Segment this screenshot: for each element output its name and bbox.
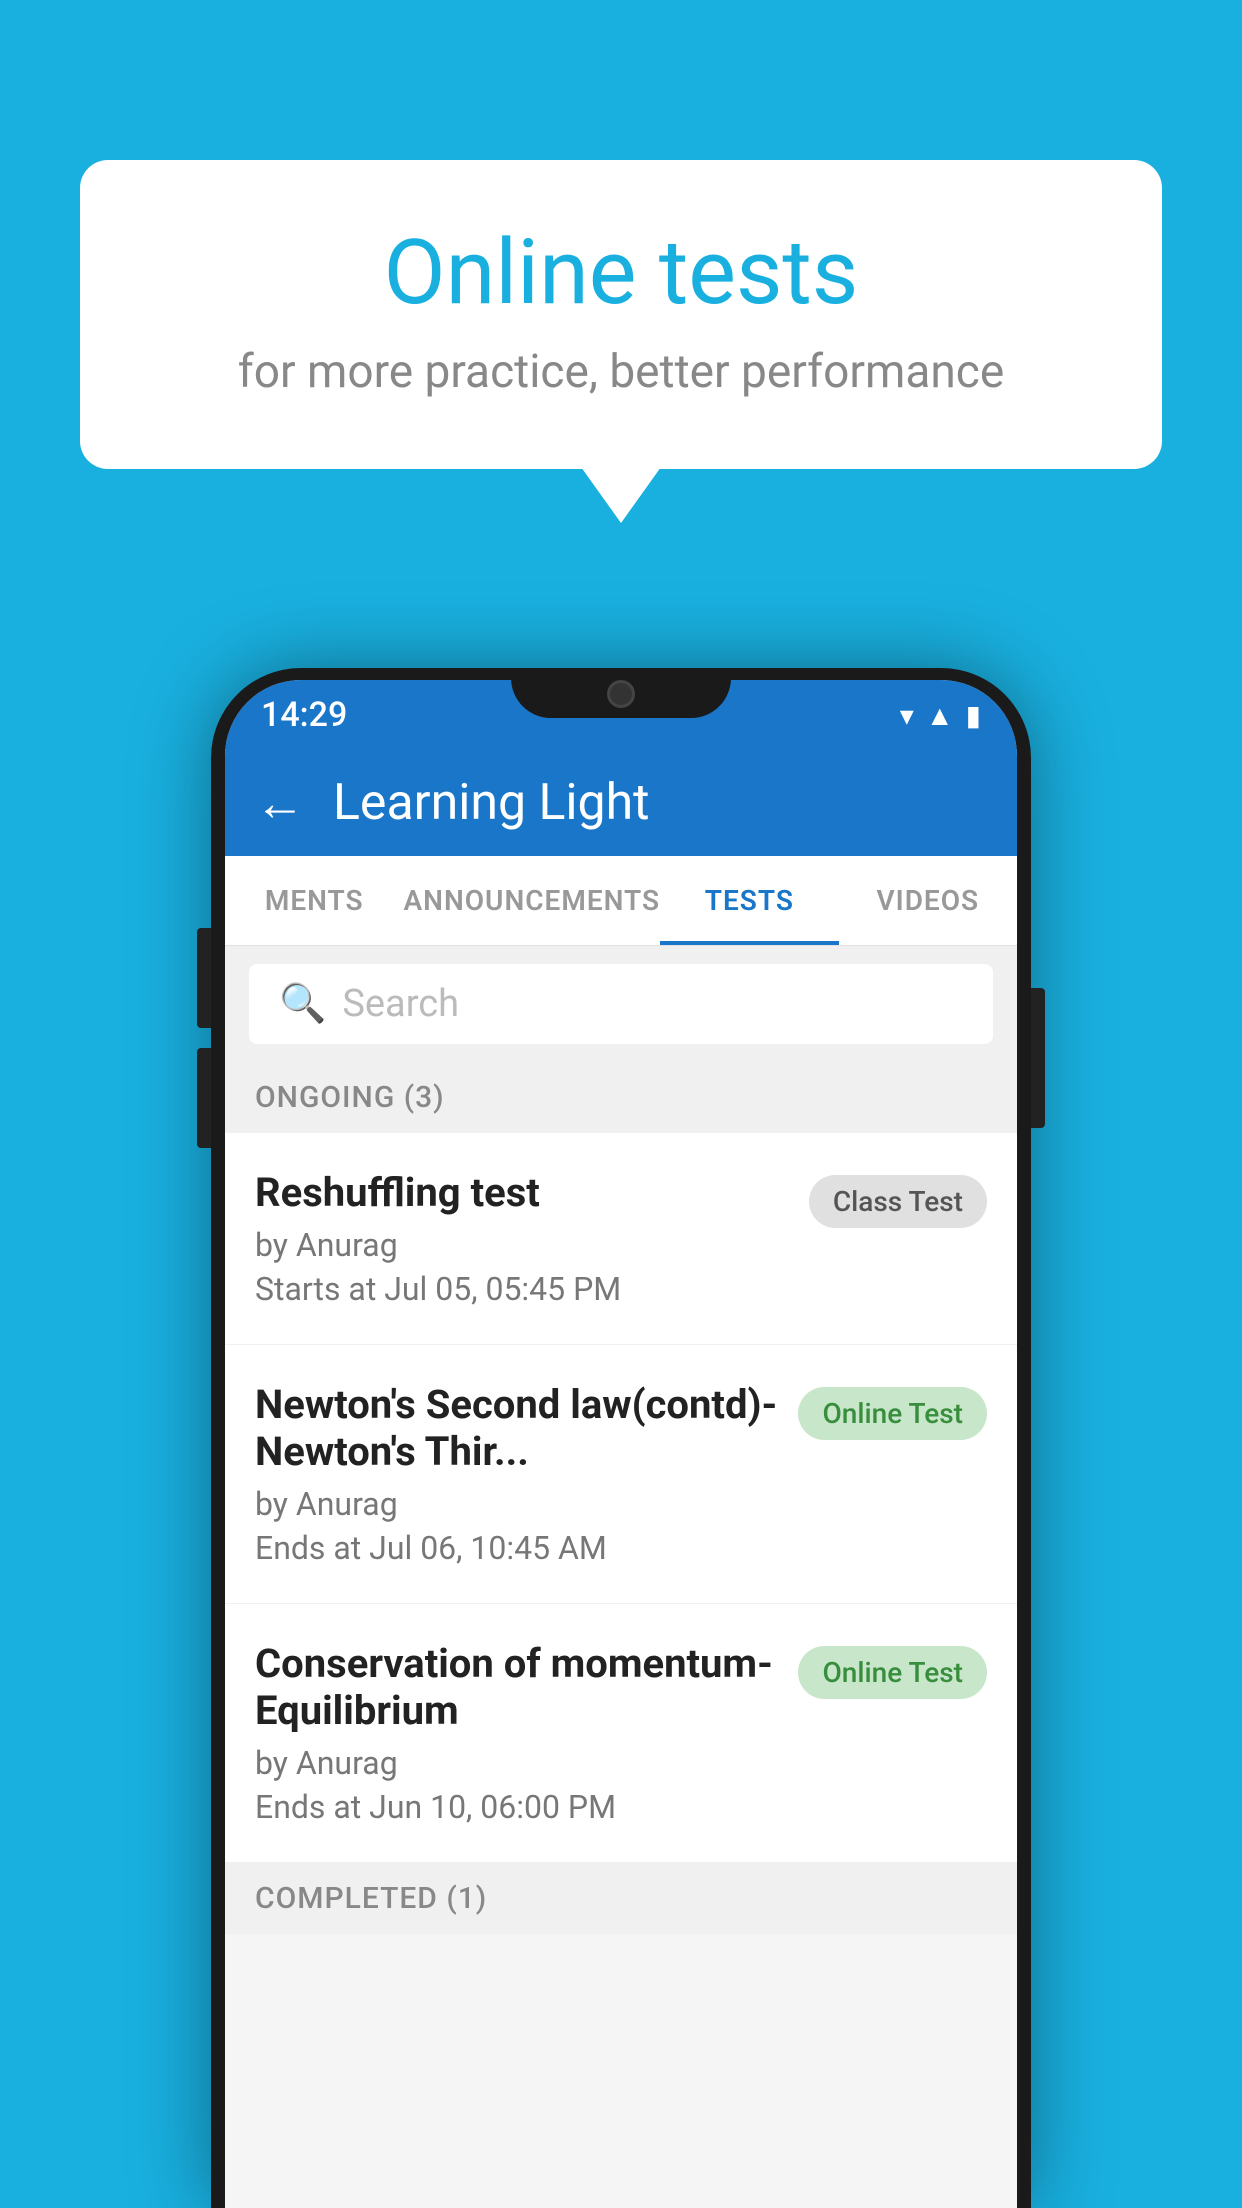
test-badge: Online Test — [798, 1646, 987, 1699]
test-name: Reshuffling test — [255, 1169, 789, 1216]
test-item[interactable]: Reshuffling test by Anurag Starts at Jul… — [225, 1133, 1017, 1345]
status-time: 14:29 — [261, 695, 347, 735]
phone-screen: 14:29 ▾ ▲ ▮ ← Learning Light MENTS ANNOU… — [225, 680, 1017, 2208]
test-info: Reshuffling test by Anurag Starts at Jul… — [255, 1169, 809, 1308]
search-placeholder: Search — [342, 982, 459, 1026]
power-button — [1031, 988, 1045, 1128]
phone-frame: 14:29 ▾ ▲ ▮ ← Learning Light MENTS ANNOU… — [211, 668, 1031, 2208]
tab-tests[interactable]: TESTS — [660, 856, 838, 945]
test-by: by Anurag — [255, 1226, 789, 1264]
test-info: Conservation of momentum-Equilibrium by … — [255, 1640, 798, 1826]
promo-bubble: Online tests for more practice, better p… — [80, 160, 1162, 469]
tab-videos[interactable]: VIDEOS — [839, 856, 1017, 945]
bubble-card: Online tests for more practice, better p… — [80, 160, 1162, 469]
volume-up-button — [197, 928, 211, 1028]
volume-down-button — [197, 1048, 211, 1148]
phone-notch — [511, 668, 731, 718]
search-box[interactable]: 🔍 Search — [249, 964, 993, 1044]
app-title: Learning Light — [333, 774, 650, 832]
back-button[interactable]: ← — [255, 774, 305, 833]
test-info: Newton's Second law(contd)-Newton's Thir… — [255, 1381, 798, 1567]
test-by: by Anurag — [255, 1485, 778, 1523]
wifi-icon: ▾ — [900, 699, 914, 732]
status-icons: ▾ ▲ ▮ — [900, 699, 981, 732]
completed-section-header: COMPLETED (1) — [225, 1863, 1017, 1934]
test-by: by Anurag — [255, 1744, 778, 1782]
bubble-subtitle: for more practice, better performance — [160, 345, 1082, 399]
test-badge: Class Test — [809, 1175, 987, 1228]
test-list: Reshuffling test by Anurag Starts at Jul… — [225, 1133, 1017, 1863]
phone-outer: 14:29 ▾ ▲ ▮ ← Learning Light MENTS ANNOU… — [211, 668, 1031, 2208]
battery-icon: ▮ — [966, 699, 981, 732]
tabs-bar: MENTS ANNOUNCEMENTS TESTS VIDEOS — [225, 856, 1017, 946]
search-container: 🔍 Search — [225, 946, 1017, 1062]
bubble-title: Online tests — [160, 220, 1082, 325]
signal-icon: ▲ — [926, 699, 954, 732]
test-item[interactable]: Newton's Second law(contd)-Newton's Thir… — [225, 1345, 1017, 1604]
camera-icon — [607, 680, 635, 708]
test-name: Conservation of momentum-Equilibrium — [255, 1640, 778, 1734]
search-icon: 🔍 — [279, 982, 326, 1026]
tab-announcements[interactable]: ANNOUNCEMENTS — [403, 856, 660, 945]
app-bar: ← Learning Light — [225, 750, 1017, 856]
test-time: Ends at Jun 10, 06:00 PM — [255, 1788, 778, 1826]
ongoing-section-header: ONGOING (3) — [225, 1062, 1017, 1133]
test-item[interactable]: Conservation of momentum-Equilibrium by … — [225, 1604, 1017, 1863]
test-time: Ends at Jul 06, 10:45 AM — [255, 1529, 778, 1567]
test-badge: Online Test — [798, 1387, 987, 1440]
test-name: Newton's Second law(contd)-Newton's Thir… — [255, 1381, 778, 1475]
tab-ments[interactable]: MENTS — [225, 856, 403, 945]
test-time: Starts at Jul 05, 05:45 PM — [255, 1270, 789, 1308]
